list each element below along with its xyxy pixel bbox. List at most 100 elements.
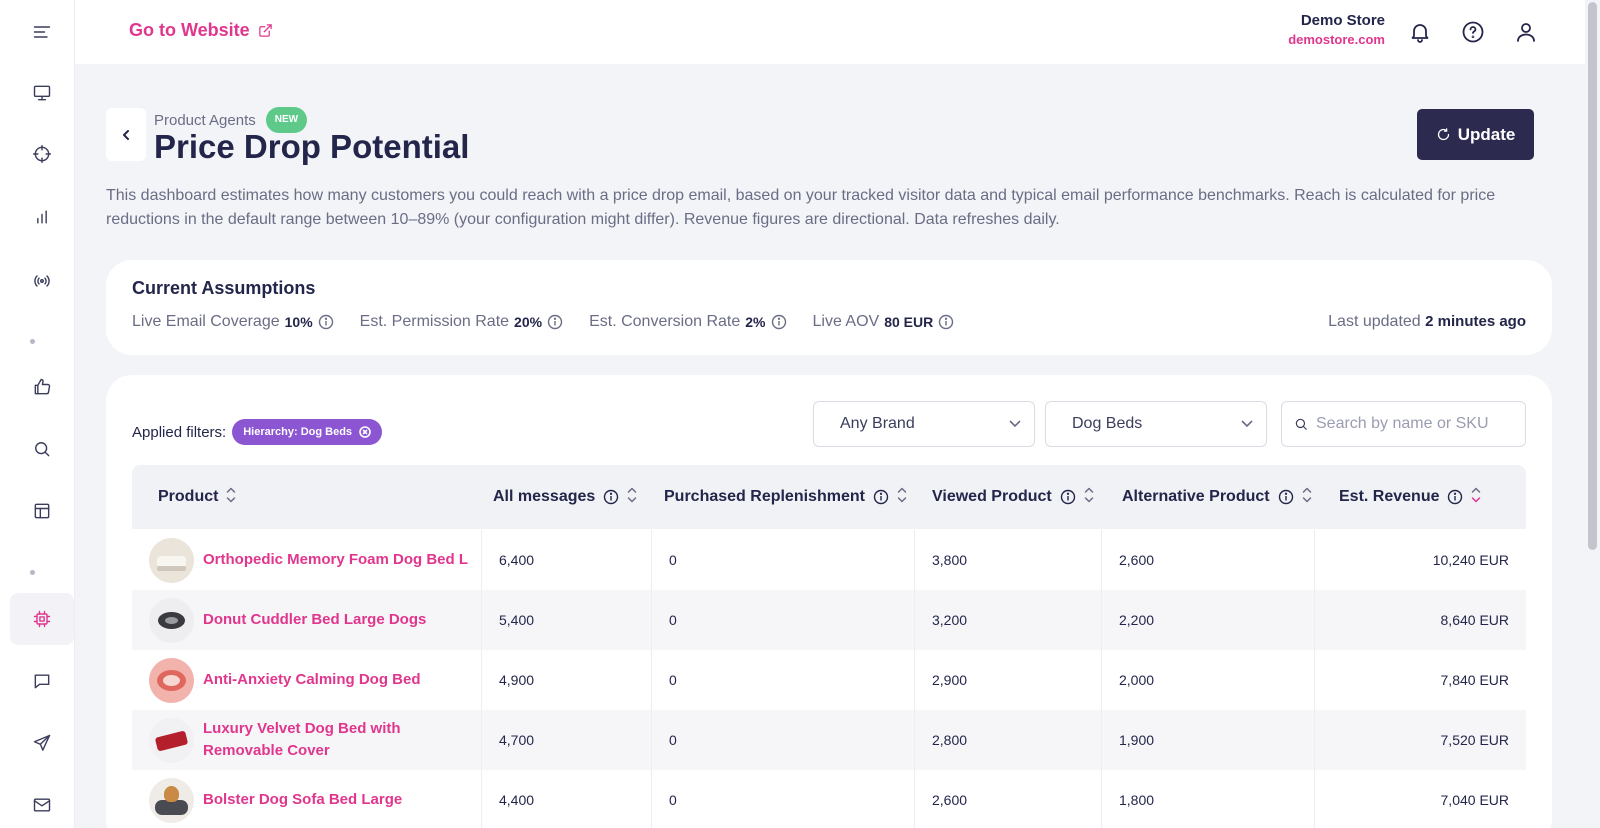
product-thumbnail (149, 657, 194, 703)
go-to-website-link[interactable]: Go to Website (129, 20, 273, 41)
sort-icon-active[interactable] (1471, 486, 1481, 509)
table-row: Orthopedic Memory Foam Dog Bed L 6,400 0… (132, 530, 1526, 590)
assumptions-list: Live Email Coverage 10% Est. Permission … (132, 313, 954, 331)
table-header: Product All messages Purchased Replenish… (132, 465, 1526, 529)
filter-chip-hierarchy[interactable]: Hierarchy: Dog Beds (232, 419, 383, 445)
sidebar-item-email[interactable] (10, 779, 74, 828)
product-name-link[interactable]: Anti-Anxiety Calming Dog Bed (203, 669, 421, 691)
viewed-cell: 2,800 (914, 710, 1101, 770)
alternative-cell: 1,800 (1101, 770, 1314, 828)
sidebar-item-recommendations[interactable] (10, 361, 74, 413)
sidebar-item-layout[interactable] (10, 485, 74, 537)
alternative-cell: 2,200 (1101, 590, 1314, 650)
refresh-icon (1437, 128, 1449, 141)
thumbs-up-icon (34, 378, 51, 395)
column-header-est-revenue[interactable]: Est. Revenue (1339, 465, 1481, 529)
store-domain[interactable]: demostore.com (1288, 32, 1385, 47)
info-icon[interactable] (1447, 489, 1463, 505)
purchased-cell: 0 (651, 530, 914, 590)
update-button[interactable]: Update (1417, 109, 1534, 160)
page-title: Price Drop Potential (154, 128, 470, 165)
product-search[interactable] (1281, 401, 1526, 447)
product-name-link[interactable]: Orthopedic Memory Foam Dog Bed L (203, 549, 468, 571)
menu-toggle-button[interactable] (10, 6, 74, 58)
brand-select[interactable]: Any Brand (813, 401, 1035, 447)
applied-filters-label: Applied filters: (132, 423, 227, 441)
sort-icon[interactable] (1302, 486, 1312, 509)
product-name-link[interactable]: Luxury Velvet Dog Bed with Removable Cov… (203, 718, 403, 762)
product-name-link[interactable]: Donut Cuddler Bed Large Dogs (203, 609, 426, 631)
sidebar-item-targeting[interactable] (10, 128, 74, 180)
sidebar-item-campaigns[interactable] (10, 717, 74, 769)
close-circle-icon[interactable] (359, 426, 371, 438)
category-select[interactable]: Dog Beds (1045, 401, 1267, 447)
info-icon[interactable] (938, 314, 954, 330)
assumption-label: Live AOV (812, 313, 880, 330)
assumptions-card: Current Assumptions Live Email Coverage … (106, 260, 1552, 355)
info-icon[interactable] (771, 314, 787, 330)
purchased-cell: 0 (651, 590, 914, 650)
product-name-link[interactable]: Bolster Dog Sofa Bed Large (203, 789, 402, 811)
sort-icon[interactable] (226, 486, 236, 509)
breadcrumb-product-agents[interactable]: Product Agents (154, 112, 256, 129)
assumption-label: Live Email Coverage (132, 313, 280, 330)
scrollbar-thumb[interactable] (1588, 2, 1597, 550)
sort-icon[interactable] (1084, 486, 1094, 509)
info-icon[interactable] (1060, 489, 1076, 505)
sidebar-item-search[interactable] (10, 423, 74, 475)
sidebar-item-live[interactable] (10, 255, 74, 307)
assumption-aov: Live AOV 80 EUR (813, 313, 955, 331)
sidebar-item-chat[interactable] (10, 655, 74, 707)
bell-icon (1411, 24, 1429, 43)
top-header: Go to Website Demo Store demostore.com (75, 0, 1585, 64)
purchased-cell: 0 (651, 650, 914, 710)
column-header-viewed-product[interactable]: Viewed Product (932, 465, 1094, 529)
account-button[interactable] (1512, 18, 1540, 46)
assumption-value: 2% (745, 314, 766, 330)
column-label: All messages (493, 488, 596, 505)
column-header-alternative-product[interactable]: Alternative Product (1122, 465, 1312, 529)
back-button[interactable] (106, 108, 146, 161)
assumption-value: 80 EUR (884, 314, 934, 330)
go-to-website-label: Go to Website (129, 20, 250, 40)
sidebar-item-dashboard[interactable] (10, 67, 74, 119)
column-label: Product (158, 488, 219, 505)
assumption-permission-rate: Est. Permission Rate 20% (360, 313, 563, 331)
notifications-button[interactable] (1406, 18, 1434, 46)
assumption-conversion-rate: Est. Conversion Rate 2% (589, 313, 786, 331)
column-header-purchased-replenishment[interactable]: Purchased Replenishment (664, 465, 907, 529)
broadcast-icon (34, 275, 50, 287)
product-cell: Bolster Dog Sofa Bed Large (132, 770, 481, 828)
all-messages-cell: 4,400 (481, 770, 651, 828)
monitor-icon (33, 85, 51, 101)
search-input[interactable] (1316, 415, 1516, 433)
info-icon[interactable] (1278, 489, 1294, 505)
applied-filters: Applied filters: Hierarchy: Dog Beds (132, 419, 383, 445)
last-updated: Last updated 2 minutes ago (1328, 313, 1526, 331)
assumption-value: 20% (514, 314, 543, 330)
scrollbar-track[interactable] (1585, 0, 1600, 828)
table-row: Luxury Velvet Dog Bed with Removable Cov… (132, 710, 1526, 770)
sort-icon[interactable] (897, 486, 907, 509)
product-thumbnail (149, 717, 194, 763)
column-label: Est. Revenue (1339, 488, 1440, 505)
assumption-email-coverage: Live Email Coverage 10% (132, 313, 334, 331)
all-messages-cell: 4,900 (481, 650, 651, 710)
revenue-cell: 8,640 EUR (1314, 590, 1526, 650)
table-row: Donut Cuddler Bed Large Dogs 5,400 0 3,2… (132, 590, 1526, 650)
info-icon[interactable] (318, 314, 334, 330)
info-icon[interactable] (547, 314, 563, 330)
column-label: Purchased Replenishment (664, 488, 865, 505)
store-name: Demo Store (1300, 12, 1385, 29)
sort-icon[interactable] (627, 486, 637, 509)
info-icon[interactable] (873, 489, 889, 505)
product-cell: Donut Cuddler Bed Large Dogs (132, 590, 481, 650)
sidebar-item-agents[interactable] (10, 593, 74, 645)
column-header-product[interactable]: Product (158, 465, 236, 529)
help-button[interactable] (1459, 18, 1487, 46)
info-icon[interactable] (603, 489, 619, 505)
column-header-all-messages[interactable]: All messages (493, 465, 637, 529)
sidebar-item-analytics[interactable] (10, 191, 74, 243)
product-cell: Anti-Anxiety Calming Dog Bed (132, 650, 481, 710)
cpu-icon (33, 610, 51, 628)
